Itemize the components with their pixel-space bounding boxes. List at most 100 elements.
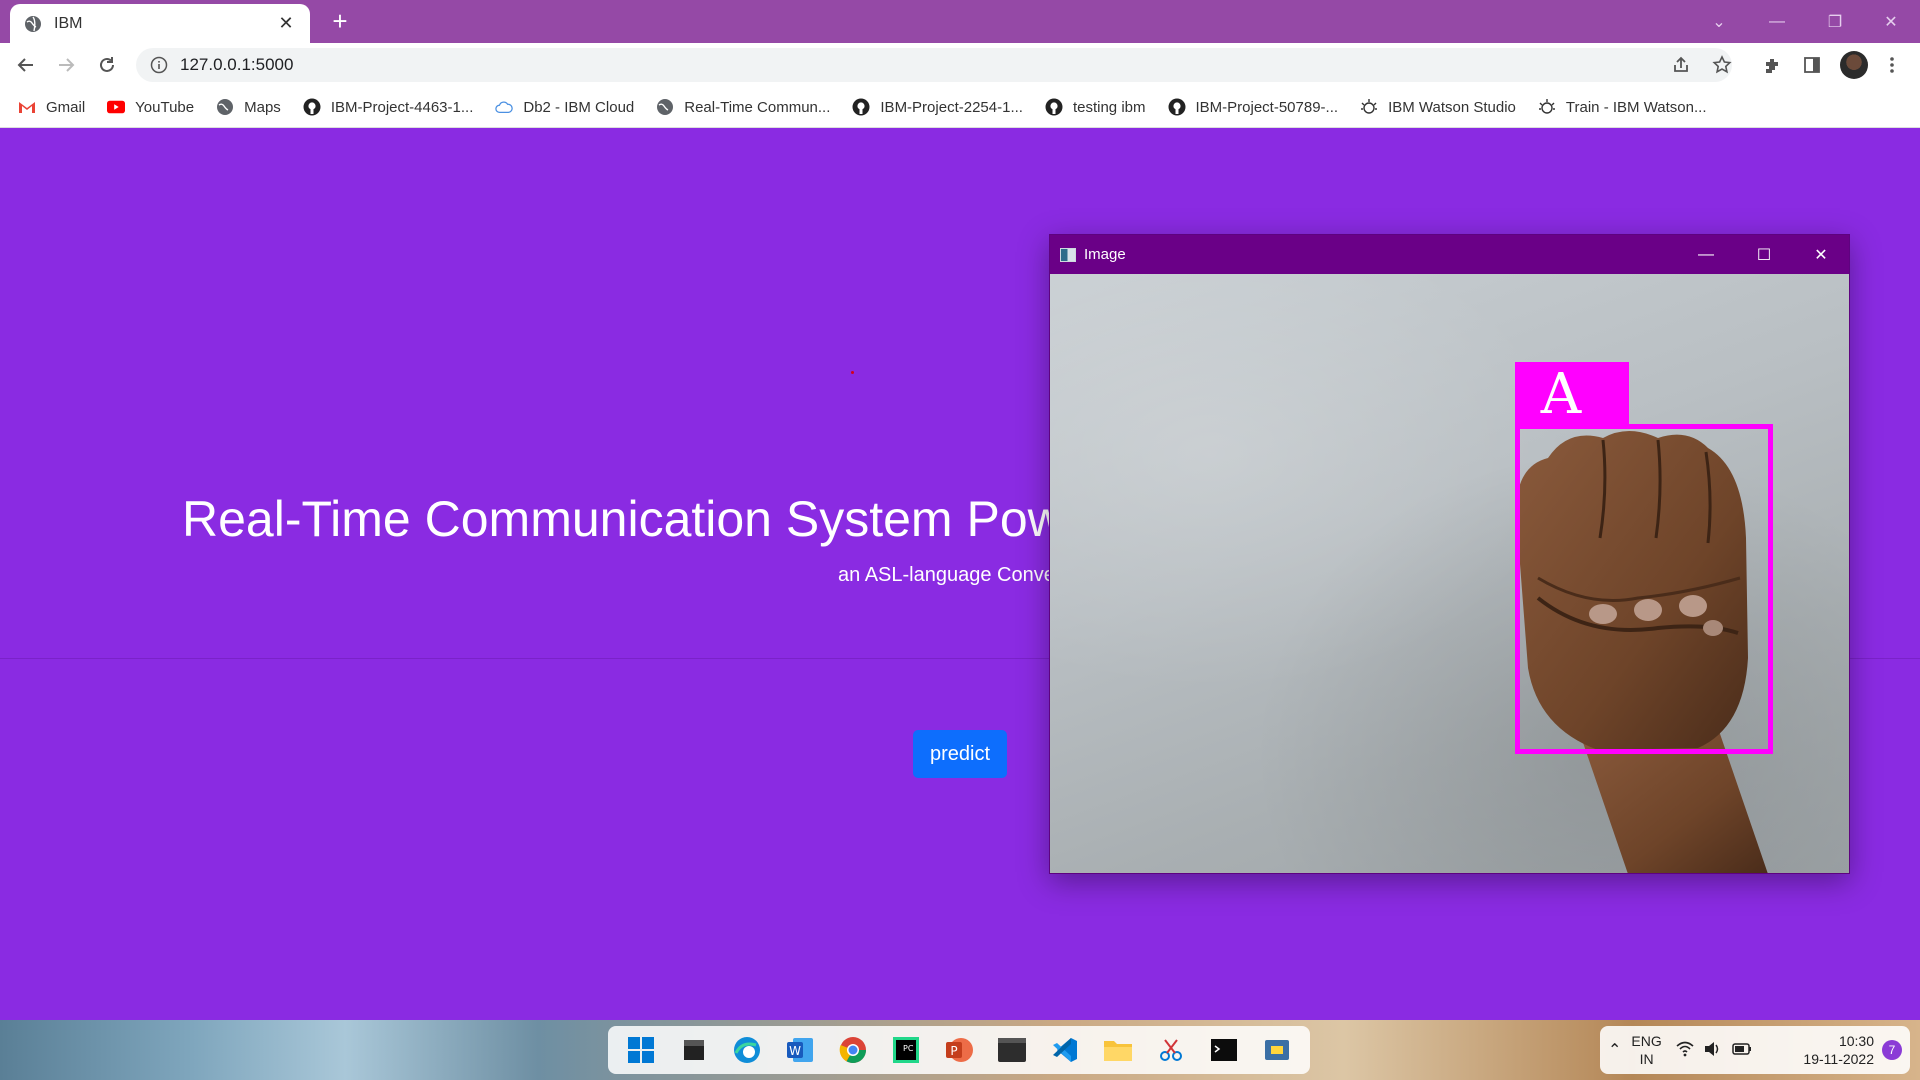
word-icon[interactable]: W <box>782 1032 818 1068</box>
bookmark-train-ibm-watson[interactable]: Train - IBM Watson... <box>1538 98 1707 116</box>
bookmark-youtube[interactable]: YouTube <box>107 98 194 116</box>
bookmark-ibm-watson-studio[interactable]: IBM Watson Studio <box>1360 98 1516 116</box>
camera-feed: A <box>1050 274 1849 873</box>
bookmark-label: YouTube <box>135 98 195 116</box>
predict-button[interactable]: predict <box>913 730 1007 778</box>
detected-letter: A <box>1540 362 1582 427</box>
vscode-icon[interactable] <box>1047 1032 1083 1068</box>
bookmark-star-icon[interactable] <box>1708 51 1736 79</box>
edge-icon[interactable] <box>729 1032 765 1068</box>
tab-title: IBM <box>54 14 83 32</box>
taskbar-apps: W PC P <box>608 1026 1310 1074</box>
browser-tab-bar: IBM ✕ + ⌄ — ❐ ✕ <box>0 0 1920 43</box>
bookmark-label: IBM-Project-50789-... <box>1195 98 1339 116</box>
github-icon <box>303 98 321 116</box>
bookmark-gmail[interactable]: Gmail <box>18 98 85 116</box>
svg-text:PC: PC <box>903 1044 914 1053</box>
system-tray: ⌃ ENG IN 10:30 19-11-2022 7 <box>1600 1026 1910 1074</box>
share-icon[interactable] <box>1667 51 1695 79</box>
bookmark-label: Db2 - IBM Cloud <box>523 98 635 116</box>
restore-icon[interactable]: ❐ <box>1806 0 1864 43</box>
reload-icon[interactable] <box>91 49 123 81</box>
image-window-title: Image <box>1084 246 1126 263</box>
browser-toolbar: 127.0.0.1:5000 <box>0 43 1920 87</box>
image-window-close-icon[interactable]: ✕ <box>1792 235 1850 274</box>
profile-avatar[interactable] <box>1840 51 1868 79</box>
svg-text:W: W <box>789 1044 801 1058</box>
windows-taskbar: W PC P ⌃ ENG IN 10:30 19-11-2022 7 <box>0 1020 1920 1080</box>
python-icon[interactable] <box>1259 1032 1295 1068</box>
bookmark-label: IBM Watson Studio <box>1388 98 1516 116</box>
bookmark-label: Gmail <box>46 98 86 116</box>
gmail-icon <box>18 98 36 116</box>
tab-close-icon[interactable]: ✕ <box>276 13 296 34</box>
tab-ibm[interactable]: IBM ✕ <box>10 4 310 43</box>
bookmark-ibm-project-2254[interactable]: IBM-Project-2254-1... <box>852 98 1023 116</box>
watson-icon <box>1538 98 1556 116</box>
bookmark-maps[interactable]: Maps <box>216 98 281 116</box>
bookmark-label: IBM-Project-4463-1... <box>330 98 474 116</box>
stray-dot <box>851 371 854 374</box>
site-info-icon[interactable] <box>150 56 168 74</box>
volume-icon[interactable] <box>1704 1041 1722 1060</box>
detection-label-box: A <box>1515 362 1629 427</box>
side-panel-icon[interactable] <box>1798 51 1826 79</box>
language-indicator[interactable]: ENG IN <box>1631 1032 1661 1068</box>
clock-date: 19-11-2022 <box>1803 1051 1874 1067</box>
wifi-icon[interactable] <box>1676 1041 1694 1060</box>
image-window-maximize-icon[interactable]: ☐ <box>1735 235 1793 274</box>
windows-start-icon[interactable] <box>623 1032 659 1068</box>
powerpoint-icon[interactable]: P <box>941 1032 977 1068</box>
lang-code: ENG <box>1631 1033 1662 1049</box>
cmd-icon[interactable] <box>1206 1032 1242 1068</box>
bookmark-label: Real-Time Commun... <box>684 98 831 116</box>
bookmark-label: Maps <box>244 98 281 116</box>
folder-icon[interactable] <box>1100 1032 1136 1068</box>
cloud-icon <box>495 98 514 116</box>
page-subtitle: an ASL-language Conve <box>838 564 1055 586</box>
close-window-icon[interactable]: ✕ <box>1862 0 1920 43</box>
bookmark-testing-ibm[interactable]: testing ibm <box>1045 98 1146 116</box>
globe-icon <box>216 98 234 116</box>
clock[interactable]: 10:30 19-11-2022 <box>1803 1032 1874 1068</box>
bookmark-ibm-project-4463[interactable]: IBM-Project-4463-1... <box>303 98 474 116</box>
bookmark-db2-ibm-cloud[interactable]: Db2 - IBM Cloud <box>495 98 634 116</box>
bookmark-ibm-project-50789[interactable]: IBM-Project-50789-... <box>1168 98 1339 116</box>
terminal-icon[interactable] <box>994 1032 1030 1068</box>
new-tab-button[interactable]: + <box>324 6 356 38</box>
tab-search-icon[interactable]: ⌄ <box>1690 0 1748 43</box>
back-icon[interactable] <box>10 49 42 81</box>
menu-icon[interactable] <box>1878 51 1906 79</box>
image-window[interactable]: Image — ☐ ✕ A <box>1049 234 1850 874</box>
pycharm-icon[interactable]: PC <box>888 1032 924 1068</box>
file-icon[interactable] <box>676 1032 712 1068</box>
youtube-icon <box>107 98 126 116</box>
lang-region: IN <box>1639 1051 1654 1067</box>
detection-bounding-box <box>1515 424 1773 754</box>
chevron-up-icon[interactable]: ⌃ <box>1608 1040 1621 1060</box>
chrome-icon[interactable] <box>835 1032 871 1068</box>
battery-icon[interactable] <box>1732 1042 1752 1058</box>
globe-icon <box>25 15 41 32</box>
watson-icon <box>1360 98 1378 116</box>
github-icon <box>1168 98 1186 116</box>
image-window-icon <box>1060 247 1076 262</box>
github-icon <box>1045 98 1063 116</box>
extensions-icon[interactable] <box>1758 51 1786 79</box>
bookmark-label: Train - IBM Watson... <box>1565 98 1707 116</box>
clock-time: 10:30 <box>1838 1033 1874 1049</box>
url-text[interactable]: 127.0.0.1:5000 <box>180 55 293 75</box>
github-icon <box>852 98 870 116</box>
svg-text:P: P <box>950 1044 957 1058</box>
globe-icon <box>656 98 674 116</box>
image-window-minimize-icon[interactable]: — <box>1677 235 1735 274</box>
snipping-tool-icon[interactable] <box>1153 1032 1189 1068</box>
forward-icon[interactable] <box>50 49 82 81</box>
address-bar[interactable]: 127.0.0.1:5000 <box>136 48 1732 82</box>
minimize-icon[interactable]: — <box>1748 0 1806 43</box>
bookmark-real-time-commun[interactable]: Real-Time Commun... <box>656 98 830 116</box>
bookmark-label: IBM-Project-2254-1... <box>880 98 1023 116</box>
bookmark-label: testing ibm <box>1072 98 1146 116</box>
bookmarks-bar: Gmail YouTube Maps IBM-Project-4463-1...… <box>0 87 1920 128</box>
notification-badge[interactable]: 7 <box>1882 1040 1902 1060</box>
